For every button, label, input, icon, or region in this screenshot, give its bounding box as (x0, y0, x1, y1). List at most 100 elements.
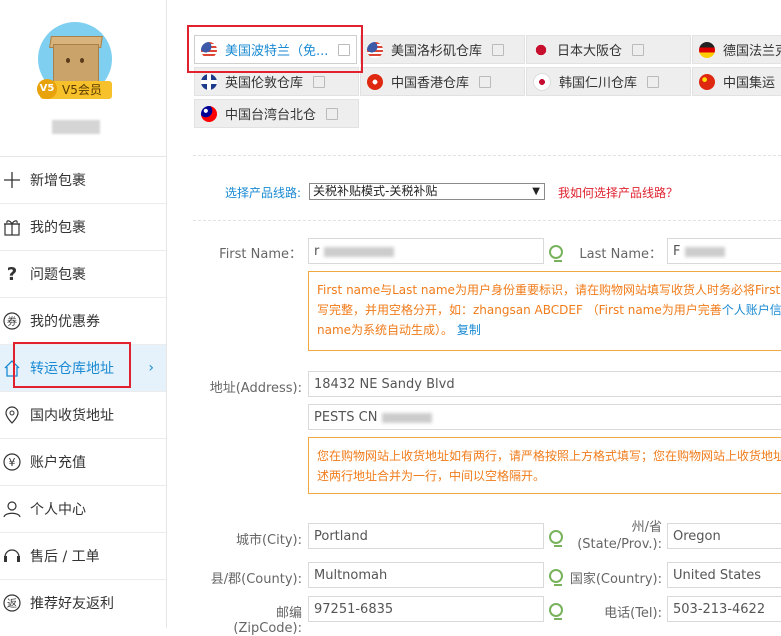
copy-icon[interactable] (549, 569, 563, 586)
highlight-box-tab (187, 25, 363, 73)
headset-icon (3, 547, 21, 565)
sidebar-item-recharge[interactable]: ¥ 账户充值 (0, 438, 166, 485)
name-notice-text: name为系统自动生成）。 (317, 323, 454, 337)
username-redacted (52, 120, 100, 134)
sidebar-item-domestic-address[interactable]: 国内收货地址 (0, 391, 166, 438)
sidebar-nav: 新增包裹 我的包裹 ? 问题包裹 券 我的优惠券 转运仓库地址 › 国内收货地址… (0, 156, 166, 626)
name-notice: First name与Last name为用户身份重要标识，请在购物网站填写收货… (308, 271, 781, 351)
route-help-link[interactable]: 我如何选择产品线路？ (558, 184, 678, 201)
name-notice-line2: 写完整，并用空格分开，如：zhangsan ABCDEF （First name… (317, 300, 781, 320)
address-line1-field[interactable]: 18432 NE Sandy Blvd (308, 371, 781, 397)
sidebar-item-problem-packages[interactable]: ? 问题包裹 (0, 250, 166, 297)
return-icon: 返 (3, 594, 21, 612)
tab-us-los-angeles[interactable]: 美国洛杉矶仓库 (360, 35, 525, 64)
sidebar-item-label: 个人中心 (30, 502, 86, 518)
svg-text:¥: ¥ (9, 456, 16, 469)
tab-hong-kong[interactable]: 中国香港仓库 (360, 67, 525, 96)
last-name-field[interactable]: F (667, 238, 781, 264)
county-value: Multnomah (314, 568, 388, 583)
zip-label: 邮编 (ZipCode): (233, 606, 302, 636)
hk-flag-icon (367, 73, 383, 90)
de-flag-icon (699, 41, 715, 58)
zip-value: 97251-6835 (314, 602, 394, 617)
avatar-face (64, 58, 88, 68)
country-value: United States (673, 568, 762, 583)
book-icon (632, 43, 645, 56)
tab-japan-osaka[interactable]: 日本大阪仓 (526, 35, 691, 64)
address-line2-redacted (381, 412, 432, 423)
last-name-label: Last Name： (579, 247, 662, 262)
tab-label: 美国洛杉矶仓库 (391, 44, 483, 59)
route-label: 选择产品线路: (225, 186, 302, 200)
book-icon (492, 43, 505, 56)
route-select[interactable]: 关税补贴模式-关税补贴 ▼ (309, 183, 545, 200)
state-label: 州/省 (State/Prov.): (567, 519, 662, 553)
person-icon (3, 500, 21, 518)
divider (193, 155, 781, 156)
name-notice-line1: First name与Last name为用户身份重要标识，请在购物网站填写收货… (317, 283, 781, 297)
copy-link[interactable]: 复制 (457, 323, 481, 337)
state-label-line2: (State/Prov.): (577, 537, 662, 552)
tab-label: 韩国仁川仓库 (559, 76, 638, 91)
country-field[interactable]: United States (667, 562, 781, 588)
tab-korea-incheon[interactable]: 韩国仁川仓库 (526, 67, 691, 96)
city-label: 城市(City): (235, 533, 302, 548)
book-icon (313, 75, 326, 88)
last-name-redacted (684, 246, 725, 257)
tw-flag-icon (201, 105, 217, 122)
tab-china-consolidation[interactable]: 中国集运 (692, 67, 781, 96)
tab-label: 中国香港仓库 (391, 76, 470, 91)
phone-label: 电话(Tel): (604, 606, 662, 621)
address-line2-field[interactable]: PESTS CN (308, 404, 781, 430)
sidebar-item-coupons[interactable]: 券 我的优惠券 (0, 297, 166, 344)
highlight-box-sidebar (13, 342, 131, 388)
book-icon (326, 107, 339, 120)
city-field[interactable]: Portland (308, 523, 544, 549)
sidebar-item-add-package[interactable]: 新增包裹 (0, 156, 166, 203)
plus-icon (3, 171, 21, 189)
state-label-line1: 州/省 (631, 520, 662, 535)
main-content: 美国波特兰（免... 美国洛杉矶仓库 日本大阪仓 德国法兰克 英国伦敦仓库 中国… (167, 0, 781, 636)
zip-field[interactable]: 97251-6835 (308, 596, 544, 622)
us-flag-icon (367, 41, 383, 58)
cn-flag-icon (699, 73, 715, 90)
tab-taiwan-taipei[interactable]: 中国台湾台北仓 (194, 99, 359, 128)
sidebar-item-my-packages[interactable]: 我的包裹 (0, 203, 166, 250)
copy-icon[interactable] (549, 603, 563, 620)
address-line1-value: 18432 NE Sandy Blvd (314, 377, 455, 392)
sidebar-item-after-sales[interactable]: 售后 / 工单 (0, 532, 166, 579)
county-field[interactable]: Multnomah (308, 562, 544, 588)
first-name-value: r (314, 244, 320, 259)
sidebar-item-personal-center[interactable]: 个人中心 (0, 485, 166, 532)
tab-label: 中国台湾台北仓 (225, 108, 317, 123)
last-name-value: F (673, 244, 681, 259)
sidebar-item-label: 我的包裹 (30, 220, 86, 236)
copy-icon[interactable] (549, 245, 563, 262)
tab-label: 中国集运 (723, 76, 776, 91)
name-notice-line3: name为系统自动生成）。 复制 (317, 320, 779, 340)
vip-label: V5会员 (62, 83, 102, 97)
copy-icon[interactable] (549, 530, 563, 547)
address-notice: 您在购物网站上收货地址如有两行，请严格按照上方格式填写；您在购物网站上收货地址 … (308, 437, 781, 494)
address-notice-line2: 述两行地址合并为一行，中间以空格隔开。 (317, 469, 546, 483)
state-value: Oregon (673, 529, 721, 544)
first-name-field[interactable]: r (308, 238, 544, 264)
kr-flag-icon (533, 72, 551, 91)
address-notice-line1: 您在购物网站上收货地址如有两行，请严格按照上方格式填写；您在购物网站上收货地址 (317, 449, 781, 463)
tab-germany-frankfurt[interactable]: 德国法兰克 (692, 35, 781, 64)
phone-value: 503-213-4622 (673, 602, 766, 617)
sidebar-item-label: 账户充值 (30, 455, 86, 471)
sidebar-item-referral[interactable]: 返 推荐好友返利 (0, 579, 166, 626)
sidebar-item-label: 问题包裹 (30, 267, 86, 283)
sidebar-item-label: 国内收货地址 (30, 408, 114, 424)
svg-text:返: 返 (7, 598, 17, 610)
state-field[interactable]: Oregon (667, 523, 781, 549)
yen-icon: ¥ (3, 453, 21, 471)
city-value: Portland (314, 529, 368, 544)
vip-level-badge: V5 V5会员 (37, 79, 112, 99)
location-pin-icon (3, 406, 21, 424)
vip-badge-icon: V5 (37, 79, 57, 99)
personal-info-link[interactable]: 个人账户信息 (722, 303, 781, 317)
phone-field[interactable]: 503-213-4622 (667, 596, 781, 622)
jp-flag-icon (533, 41, 549, 58)
